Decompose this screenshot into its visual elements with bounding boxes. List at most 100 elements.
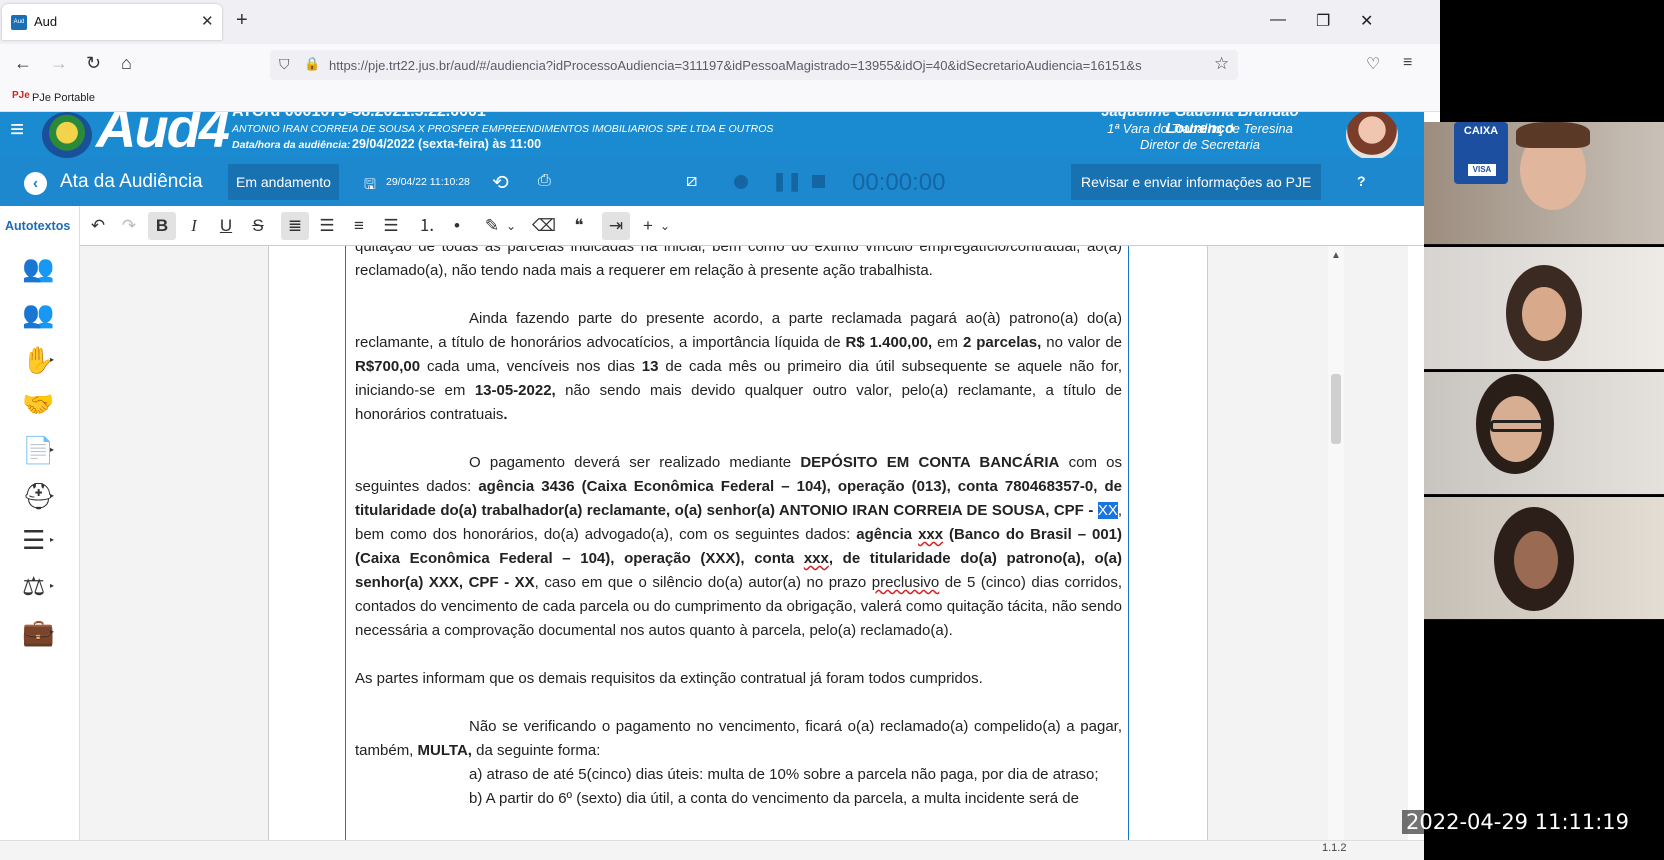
- glasses-icon: [1490, 420, 1544, 432]
- send-to-pje-button[interactable]: Revisar e enviar informações ao PJE: [1071, 164, 1322, 200]
- back-icon[interactable]: ←: [14, 53, 32, 73]
- record-icon[interactable]: [734, 175, 748, 189]
- people-orange-icon[interactable]: 👥: [22, 298, 62, 330]
- participant-video-4[interactable]: [1424, 497, 1664, 620]
- bookmark-pje-portable[interactable]: PJe Portable: [32, 92, 95, 104]
- app-toolbar: ‹ Ata da Audiência Em andamento 🖫 29/04/…: [0, 158, 1424, 206]
- new-tab-icon[interactable]: +: [236, 10, 248, 30]
- undo-icon[interactable]: ↶: [84, 212, 112, 240]
- camera-off-icon[interactable]: ⧄: [686, 170, 697, 191]
- close-window-icon[interactable]: ✕: [1360, 11, 1373, 31]
- hamburger-menu-icon[interactable]: ≡: [10, 118, 24, 142]
- screen: Aud Aud ✕ + — ❐ ✕ ← → ↻ ⌂ ⛉ 🔒 https://pj…: [0, 0, 1664, 860]
- caret-icon: ▸: [50, 535, 55, 544]
- bookmarks-bar: PJe PJe Portable: [0, 86, 1440, 112]
- datetime-label: Data/hora da audiência:: [232, 139, 351, 151]
- status-button[interactable]: Em andamento: [228, 164, 339, 200]
- italic-button[interactable]: I: [180, 212, 208, 240]
- pause-icon[interactable]: ❚❚: [772, 171, 802, 192]
- history-icon[interactable]: ⟲: [492, 170, 509, 195]
- forward-icon[interactable]: →: [50, 53, 68, 73]
- align-justify-icon[interactable]: ≣: [281, 212, 309, 240]
- version-label: 1.1.2: [1322, 842, 1347, 854]
- restore-icon[interactable]: ❐: [1316, 11, 1330, 31]
- autotextos-label[interactable]: Autotextos: [5, 219, 70, 233]
- medical-kit-icon[interactable]: ⛑ ▸: [22, 480, 62, 512]
- pocket-icon[interactable]: ♡: [1366, 54, 1380, 74]
- highlight-icon[interactable]: ✎: [478, 212, 506, 240]
- participant-video-3[interactable]: [1424, 372, 1664, 495]
- highlight-dropdown-icon[interactable]: ⌄: [504, 212, 518, 240]
- app-header: ≡ Aud4 ATOrd 0001073-58.2021.5.22.0001 A…: [0, 112, 1424, 158]
- participant-video-2[interactable]: [1424, 247, 1664, 370]
- paragraph-multa-a: a) atraso de até 5(cinco) dias úteis: mu…: [469, 766, 1099, 783]
- avatar[interactable]: [1346, 112, 1398, 158]
- participant-face: [1514, 531, 1558, 589]
- align-right-icon[interactable]: ☰: [377, 212, 405, 240]
- tab-bar: Aud Aud ✕ + — ❐ ✕: [0, 0, 1440, 44]
- align-left-icon[interactable]: ☰: [313, 212, 341, 240]
- video-timestamp: 2022-04-29 11:11:19: [1402, 810, 1634, 834]
- underline-button[interactable]: U: [212, 212, 240, 240]
- saved-time: 29/04/22 11:10:28: [386, 176, 470, 188]
- address-bar[interactable]: ⛉ 🔒 https://pje.trt22.jus.br/aud/#/audie…: [270, 50, 1238, 80]
- scroll-up-icon[interactable]: ▲: [1331, 250, 1341, 261]
- save-icon[interactable]: 🖫: [364, 174, 376, 198]
- user-role: Diretor de Secretaria: [1140, 137, 1260, 152]
- tab-title: Aud: [34, 14, 58, 29]
- stop-icon[interactable]: [812, 175, 825, 188]
- tab-aud[interactable]: Aud Aud ✕: [2, 4, 222, 40]
- paragraph-multa: Não se verificando o pagamento no vencim…: [355, 718, 1122, 759]
- eraser-icon[interactable]: ⌫: [530, 212, 558, 240]
- bold-button[interactable]: B: [148, 212, 176, 240]
- document-icon[interactable]: 📄 ▸: [22, 434, 62, 466]
- paragraph-honorarios: Ainda fazendo parte do presente acordo, …: [355, 310, 1123, 423]
- participant-video-1[interactable]: CAIXA VISA: [1424, 122, 1664, 245]
- star-icon[interactable]: ☆: [1214, 54, 1229, 74]
- people-green-icon[interactable]: 👥: [22, 252, 62, 284]
- list-icon[interactable]: ☰ ▸: [22, 524, 62, 556]
- strikethrough-button[interactable]: S: [244, 212, 272, 240]
- insert-dropdown-icon[interactable]: ⌄: [658, 212, 672, 240]
- lock-icon[interactable]: 🔒: [304, 56, 320, 72]
- numbered-list-icon[interactable]: ⒈: [413, 212, 441, 240]
- scroll-thumb[interactable]: [1331, 374, 1341, 444]
- court-name: 1ª Vara do Trabalho de Teresina: [1107, 121, 1293, 136]
- home-icon[interactable]: ⌂: [121, 53, 132, 73]
- paragraph-0: quitação de todas as parcelas indicadas …: [355, 246, 1122, 279]
- print-icon[interactable]: ⎙: [538, 172, 551, 190]
- datetime-value: 29/04/2022 (sexta-feira) às 11:00: [352, 137, 542, 151]
- briefcase-icon[interactable]: 💼 ▸: [22, 616, 62, 648]
- align-center-icon[interactable]: ≡: [345, 212, 373, 240]
- blockquote-icon[interactable]: ❝: [565, 212, 593, 240]
- parties-text: ANTONIO IRAN CORREIA DE SOUSA X PROSPER …: [232, 123, 774, 135]
- sidebar: Autotextos 👥 👥 ✋ ▸ 🤝 📄 ▸ ⛑ ▸ ☰ ▸ ⚖ ▸ 💼 ▸: [0, 206, 80, 840]
- document-page[interactable]: quitação de todas as parcelas indicadas …: [345, 246, 1129, 840]
- reload-icon[interactable]: ↻: [86, 53, 101, 73]
- back-arrow-icon[interactable]: ‹: [24, 172, 47, 195]
- paragraph-requisitos: As partes informam que os demais requisi…: [355, 670, 983, 687]
- process-number: ATOrd 0001073-58.2021.5.22.0001: [232, 112, 486, 121]
- document-area: quitação de todas as parcelas indicadas …: [80, 246, 1408, 840]
- participant-hair: [1516, 122, 1590, 148]
- hand-icon[interactable]: ✋ ▸: [22, 344, 62, 376]
- redo-icon[interactable]: ↷: [115, 212, 143, 240]
- indent-icon[interactable]: ⇥: [602, 212, 630, 240]
- page-title: Ata da Audiência: [60, 171, 203, 192]
- document-text[interactable]: quitação de todas as parcelas indicadas …: [355, 246, 1122, 811]
- minimize-icon[interactable]: —: [1270, 11, 1286, 29]
- help-icon[interactable]: ?: [1357, 173, 1366, 189]
- participant-face: [1522, 287, 1566, 341]
- menu-icon[interactable]: ≡: [1403, 54, 1412, 72]
- caret-icon: ▸: [50, 445, 55, 454]
- bullet-list-icon[interactable]: •: [443, 212, 471, 240]
- selected-text[interactable]: XX: [1097, 502, 1118, 519]
- recording-timer: 00:00:00: [852, 169, 946, 196]
- url-text[interactable]: https://pje.trt22.jus.br/aud/#/audiencia…: [329, 58, 1209, 73]
- vertical-scrollbar[interactable]: ▲: [1328, 246, 1344, 840]
- handshake-icon[interactable]: 🤝: [22, 388, 62, 420]
- shield-icon[interactable]: ⛉: [279, 56, 290, 73]
- caret-icon: ▸: [50, 581, 55, 590]
- gavel-icon[interactable]: ⚖ ▸: [22, 570, 62, 602]
- tab-close-icon[interactable]: ✕: [201, 12, 214, 30]
